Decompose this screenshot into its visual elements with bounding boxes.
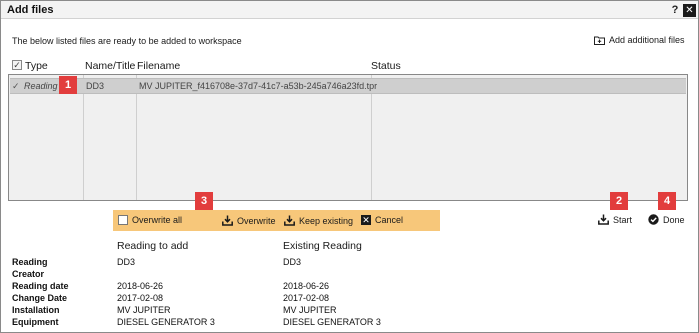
row-name: DD3 <box>86 81 105 91</box>
done-label: Done <box>663 214 685 225</box>
overwrite-button[interactable]: Overwrite <box>222 215 276 226</box>
field-label-creator: Creator <box>12 269 45 279</box>
existing-reading-value: DD3 <box>283 257 302 267</box>
field-label-installation: Installation <box>12 305 60 315</box>
download-icon <box>284 215 295 226</box>
existing-reading-heading: Existing Reading <box>283 240 362 252</box>
field-label-reading-date: Reading date <box>12 281 69 291</box>
start-button[interactable]: Start <box>598 214 632 225</box>
check-circle-icon <box>648 214 659 225</box>
reading-to-add-value: DD3 <box>117 257 136 267</box>
files-grid[interactable]: ✓ Reading DD3 MV JUPITER_f416708e-37d7-4… <box>8 74 688 201</box>
row-checkbox[interactable]: ✓ <box>12 81 22 91</box>
equipment-existing-value: DIESEL GENERATOR 3 <box>283 317 381 327</box>
select-all-checkbox[interactable]: ✓ <box>12 60 22 70</box>
field-label-equipment: Equipment <box>12 317 59 327</box>
column-header-filename[interactable]: Filename <box>137 60 180 72</box>
keep-existing-button[interactable]: Keep existing <box>284 215 353 226</box>
done-button[interactable]: Done <box>648 214 685 225</box>
change-date-to-add-value: 2017-02-08 <box>117 293 164 303</box>
callout-badge-1: 1 <box>59 76 77 94</box>
folder-add-icon <box>594 36 605 45</box>
download-icon <box>222 215 233 226</box>
callout-badge-2: 2 <box>610 192 628 210</box>
overwrite-label: Overwrite <box>237 215 276 226</box>
download-icon <box>598 214 609 225</box>
help-button[interactable]: ? <box>669 3 681 17</box>
overwrite-all-checkbox[interactable]: Overwrite all <box>118 215 182 225</box>
start-label: Start <box>613 214 633 225</box>
change-date-existing-value: 2017-02-08 <box>283 293 330 303</box>
row-type: Reading <box>24 81 58 91</box>
column-header-type[interactable]: Type <box>25 60 48 72</box>
add-additional-files-button[interactable]: Add additional files <box>594 33 685 47</box>
reading-date-to-add-value: 2018-06-26 <box>117 281 164 291</box>
column-header-name-title[interactable]: Name/Title <box>85 60 135 72</box>
info-text: The below listed files are ready to be a… <box>12 36 242 46</box>
checkbox-box <box>118 215 128 225</box>
equipment-to-add-value: DIESEL GENERATOR 3 <box>117 317 215 327</box>
reading-date-existing-value: 2018-06-26 <box>283 281 330 291</box>
installation-to-add-value: MV JUPITER <box>117 305 171 315</box>
column-header-status[interactable]: Status <box>371 60 401 72</box>
title-bar: Add files ? ✕ <box>1 1 698 19</box>
cancel-icon: ✕ <box>361 215 371 225</box>
installation-existing-value: MV JUPITER <box>283 305 337 315</box>
cancel-button[interactable]: ✕ Cancel <box>361 215 403 225</box>
cancel-label: Cancel <box>375 215 404 225</box>
field-label-change-date: Change Date <box>12 293 68 303</box>
field-label-reading: Reading <box>12 257 48 267</box>
overwrite-all-label: Overwrite all <box>132 215 183 225</box>
keep-existing-label: Keep existing <box>299 215 354 226</box>
reading-to-add-heading: Reading to add <box>117 240 189 252</box>
close-button[interactable]: ✕ <box>683 4 696 17</box>
row-filename: MV JUPITER_f416708e-37d7-41c7-a53b-245a7… <box>139 81 378 91</box>
add-additional-files-label: Add additional files <box>609 35 685 45</box>
callout-badge-3: 3 <box>195 192 213 210</box>
conflict-action-bar: Overwrite all Overwrite Keep existing ✕ … <box>113 210 440 231</box>
dialog-title: Add files <box>7 4 54 16</box>
callout-badge-4: 4 <box>658 192 676 210</box>
